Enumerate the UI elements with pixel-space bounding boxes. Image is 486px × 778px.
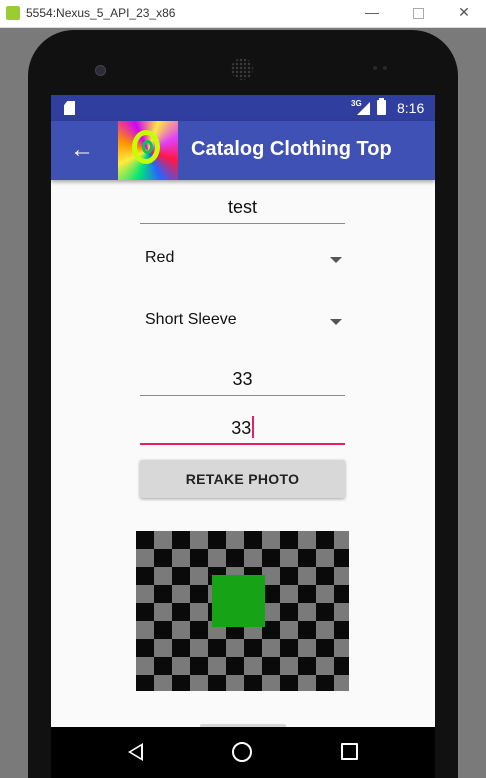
dropdown-arrow-icon bbox=[330, 319, 342, 325]
sleeve-dropdown[interactable]: Short Sleeve bbox=[140, 301, 345, 341]
nav-home-icon[interactable] bbox=[232, 742, 252, 762]
text-cursor bbox=[252, 416, 254, 438]
name-field-value: test bbox=[227, 197, 257, 217]
emulator-title-bar: 5554:Nexus_5_API_23_x86 — ✕ bbox=[0, 0, 486, 28]
logo-ring bbox=[132, 130, 160, 164]
battery-icon bbox=[377, 98, 386, 115]
sd-card-icon bbox=[64, 101, 75, 115]
window-title: 5554:Nexus_5_API_23_x86 bbox=[26, 6, 176, 20]
navigation-bar bbox=[51, 727, 435, 778]
retake-photo-button[interactable]: RETAKE PHOTO bbox=[140, 460, 345, 498]
status-bar: 3G 8:16 bbox=[51, 95, 435, 121]
photo-preview bbox=[136, 531, 349, 691]
emulator-app-icon bbox=[6, 6, 20, 20]
device-screen: 3G 8:16 ← Catalog Clothing Top test Red … bbox=[51, 95, 435, 778]
back-arrow-icon[interactable]: ← bbox=[67, 135, 97, 165]
maximize-button[interactable] bbox=[408, 4, 428, 22]
sensor-dot bbox=[373, 66, 377, 70]
clock: 8:16 bbox=[397, 100, 425, 116]
speaker-grille bbox=[231, 58, 253, 80]
nav-recents-icon[interactable] bbox=[341, 743, 358, 760]
signal-icon bbox=[357, 102, 370, 115]
page-title: Catalog Clothing Top bbox=[191, 138, 392, 160]
size-field-2-value: 33 bbox=[231, 418, 252, 438]
sensor-dot bbox=[383, 66, 387, 70]
size-field-1-value: 33 bbox=[232, 369, 253, 389]
photo-green-square bbox=[212, 575, 265, 627]
app-toolbar: ← Catalog Clothing Top bbox=[51, 121, 435, 180]
name-field[interactable]: test bbox=[140, 194, 345, 224]
close-button[interactable]: ✕ bbox=[454, 4, 474, 22]
color-dropdown[interactable]: Red bbox=[140, 239, 345, 279]
maximize-icon bbox=[412, 8, 424, 19]
size-field-2[interactable]: 33 bbox=[140, 415, 345, 445]
size-field-2-content: 33 bbox=[140, 415, 345, 441]
size-field-1[interactable]: 33 bbox=[140, 366, 345, 396]
sleeve-dropdown-value: Short Sleeve bbox=[145, 311, 237, 328]
color-dropdown-value: Red bbox=[145, 249, 175, 266]
nav-back-icon[interactable] bbox=[128, 743, 143, 761]
front-camera-icon bbox=[95, 65, 106, 76]
app-logo bbox=[118, 121, 178, 180]
minimize-button[interactable]: — bbox=[362, 4, 382, 22]
dropdown-arrow-icon bbox=[330, 257, 342, 263]
